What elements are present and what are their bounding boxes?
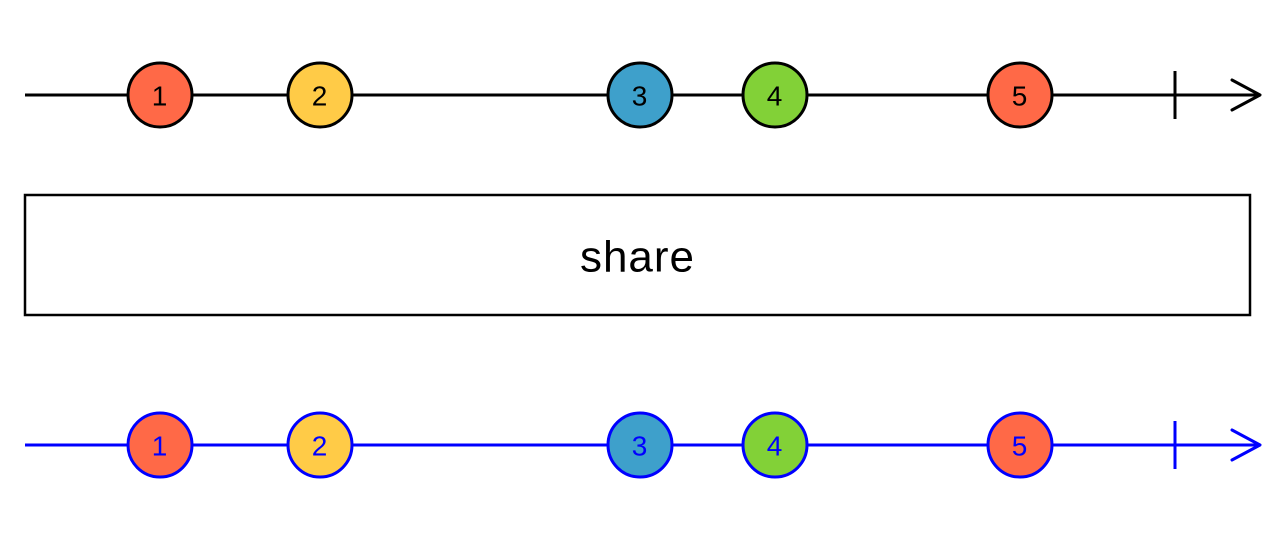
source-marble-1: 1 xyxy=(128,63,192,127)
result-marble-5-label: 5 xyxy=(1012,431,1029,462)
source-marble-1-label: 1 xyxy=(152,81,169,112)
source-marble-2-label: 2 xyxy=(312,81,329,112)
source-marble-4-label: 4 xyxy=(767,81,784,112)
source-marble-4: 4 xyxy=(743,63,807,127)
result-marble-4: 4 xyxy=(743,413,807,477)
result-marble-4-label: 4 xyxy=(767,431,784,462)
result-marble-2: 2 xyxy=(288,413,352,477)
result-marble-3: 3 xyxy=(608,413,672,477)
source-marble-5-label: 5 xyxy=(1012,81,1029,112)
result-marble-1: 1 xyxy=(128,413,192,477)
operator-label: share xyxy=(580,233,695,282)
source-marble-2: 2 xyxy=(288,63,352,127)
result-marble-5: 5 xyxy=(988,413,1052,477)
result-marble-2-label: 2 xyxy=(312,431,329,462)
source-marble-3-label: 3 xyxy=(632,81,649,112)
result-marble-3-label: 3 xyxy=(632,431,649,462)
marble-diagram: 1 2 3 4 5 share 1 2 3 4 5 xyxy=(0,0,1280,540)
result-marble-1-label: 1 xyxy=(152,431,169,462)
source-marble-5: 5 xyxy=(988,63,1052,127)
source-marble-3: 3 xyxy=(608,63,672,127)
